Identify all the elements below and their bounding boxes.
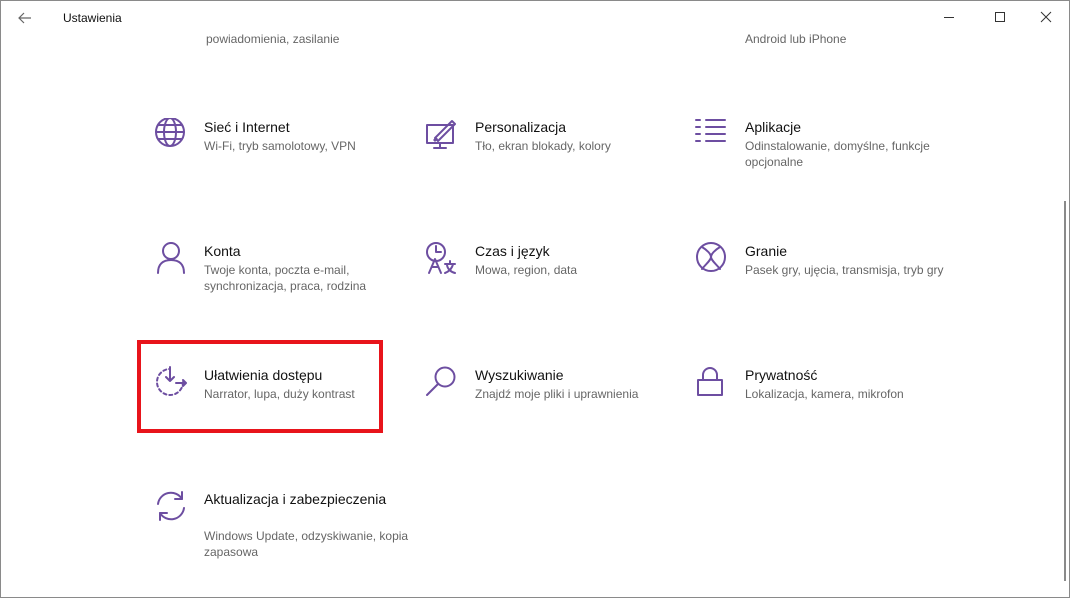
tile-gaming-desc: Pasek gry, ujęcia, transmisja, tryb gry <box>745 263 944 277</box>
close-button[interactable] <box>1023 1 1069 33</box>
tile-apps-desc: Odinstalowanie, domyślne, funkcje opcjon… <box>745 139 930 169</box>
tile-personalization-name: Personalizacja <box>475 119 567 135</box>
back-arrow-icon <box>18 12 31 24</box>
magnifier-icon <box>425 366 461 402</box>
tile-update-security-desc: Windows Update, odzyskiwanie, kopia zapa… <box>204 529 409 559</box>
paint-icon <box>425 118 461 154</box>
sync-icon <box>154 490 190 526</box>
xbox-icon <box>695 242 731 278</box>
maximize-button[interactable] <box>977 1 1023 33</box>
minimize-button[interactable] <box>926 1 972 33</box>
tile-time-language-desc: Mowa, region, data <box>475 263 578 277</box>
window-title: Ustawienia <box>63 11 122 25</box>
globe-icon <box>154 118 190 154</box>
minimize-icon <box>944 17 954 18</box>
tile-network-desc: Wi-Fi, tryb samolotowy, VPN <box>204 139 356 153</box>
tile-privacy-desc: Lokalizacja, kamera, mikrofon <box>745 387 904 401</box>
tile-accounts-name: Konta <box>204 243 241 259</box>
person-icon <box>154 242 190 278</box>
time-language-icon <box>425 242 461 278</box>
tile-personalization-desc: Tło, ekran blokady, kolory <box>475 139 611 153</box>
tile-gaming-name: Granie <box>745 243 788 259</box>
highlight-box <box>137 340 383 433</box>
close-icon <box>1040 11 1052 23</box>
tile-accounts-desc: Twoje konta, poczta e-mail, synchronizac… <box>204 263 367 293</box>
tile-network-name: Sieć i Internet <box>204 119 290 135</box>
vertical-scrollbar[interactable] <box>1064 201 1066 581</box>
tile-update-security-name: Aktualizacja i zabezpieczenia <box>204 491 387 507</box>
tile-search-desc: Znajdź moje pliki i uprawnienia <box>475 387 639 401</box>
apps-list-icon <box>695 118 731 154</box>
back-button[interactable] <box>9 5 41 31</box>
tile-apps-name: Aplikacje <box>745 119 802 135</box>
title-bar: Ustawienia <box>1 1 1069 35</box>
tile-privacy-name: Prywatność <box>745 367 818 383</box>
tile-time-language-name: Czas i język <box>475 243 550 259</box>
partial-tile-desc-right[interactable]: Android lub iPhone <box>745 32 846 46</box>
partial-tile-desc-left[interactable]: powiadomienia, zasilanie <box>206 32 339 46</box>
settings-window: Ustawienia powiadomienia, zasilanie Andr… <box>0 0 1070 598</box>
tile-search-name: Wyszukiwanie <box>475 367 564 383</box>
maximize-icon <box>995 12 1005 22</box>
lock-icon <box>695 366 731 402</box>
